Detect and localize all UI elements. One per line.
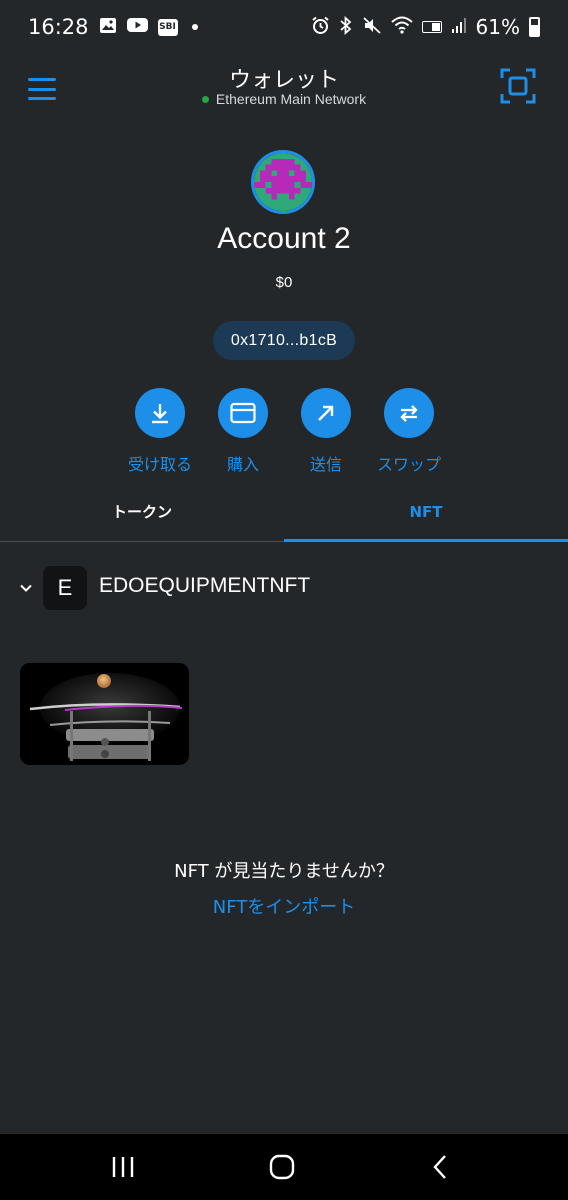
network-status-dot	[201, 95, 209, 103]
receive-icon	[135, 388, 185, 438]
receive-button[interactable]: 受け取る	[115, 388, 205, 475]
network-selector[interactable]: Ethereum Main Network	[0, 91, 568, 107]
buy-label: 購入	[226, 455, 259, 474]
nft-thumbnail[interactable]	[20, 663, 189, 765]
recent-apps-icon[interactable]	[108, 1152, 138, 1182]
account-name[interactable]: Account 2	[0, 222, 568, 256]
tab-nft[interactable]: NFT	[284, 484, 568, 539]
send-button[interactable]: 送信	[281, 388, 371, 475]
mute-icon	[362, 16, 382, 39]
battery-percent: 61%	[475, 15, 520, 39]
network-name: Ethereum Main Network	[215, 91, 367, 107]
tab-tokens[interactable]: トークン	[0, 484, 284, 539]
swap-button[interactable]: スワップ	[364, 388, 454, 475]
swap-label: スワップ	[376, 455, 441, 474]
back-icon[interactable]	[426, 1152, 456, 1182]
signal-icon	[451, 16, 467, 38]
address-copy-button[interactable]: 0x1710...b1cB	[213, 321, 355, 360]
send-arrow-icon	[301, 388, 351, 438]
send-label: 送信	[309, 455, 342, 474]
photo-icon	[99, 17, 117, 38]
status-time: 16:28	[28, 15, 89, 39]
alarm-icon	[311, 16, 330, 39]
battery-icon	[529, 17, 540, 37]
app-header: ウォレット Ethereum Main Network	[0, 54, 568, 124]
asset-tabs: トークン NFT	[0, 484, 568, 542]
buy-button[interactable]: 購入	[198, 388, 288, 475]
collection-name: EDOEQUIPMENTNFT	[99, 574, 311, 597]
volte-icon	[421, 18, 442, 37]
account-avatar[interactable]	[251, 150, 315, 214]
home-icon[interactable]	[267, 1152, 297, 1182]
sbi-icon: SBI	[157, 18, 178, 36]
nft-missing-text: NFT が見当たりませんか？	[174, 861, 394, 882]
bluetooth-icon	[339, 15, 353, 39]
collection-badge: E	[43, 566, 87, 610]
youtube-icon	[126, 17, 148, 37]
wifi-icon	[390, 16, 413, 38]
account-balance: $0	[275, 274, 293, 291]
receive-label: 受け取る	[127, 455, 192, 474]
nft-collection-header[interactable]: E EDOEQUIPMENTNFT	[0, 566, 568, 610]
import-nft-link[interactable]: NFTをインポート	[0, 893, 568, 919]
notification-dot	[191, 24, 198, 30]
chevron-down-icon[interactable]	[18, 580, 34, 596]
status-bar: 16:28 SBI 61%	[0, 0, 568, 54]
swap-icon	[384, 388, 434, 438]
card-icon	[218, 388, 268, 438]
qr-scan-icon[interactable]	[500, 68, 536, 104]
page-title: ウォレット	[228, 68, 339, 93]
system-nav-bar	[0, 1134, 568, 1200]
wallet-actions: 受け取る 購入 送信 スワップ	[0, 388, 568, 478]
active-tab-indicator	[284, 539, 568, 542]
